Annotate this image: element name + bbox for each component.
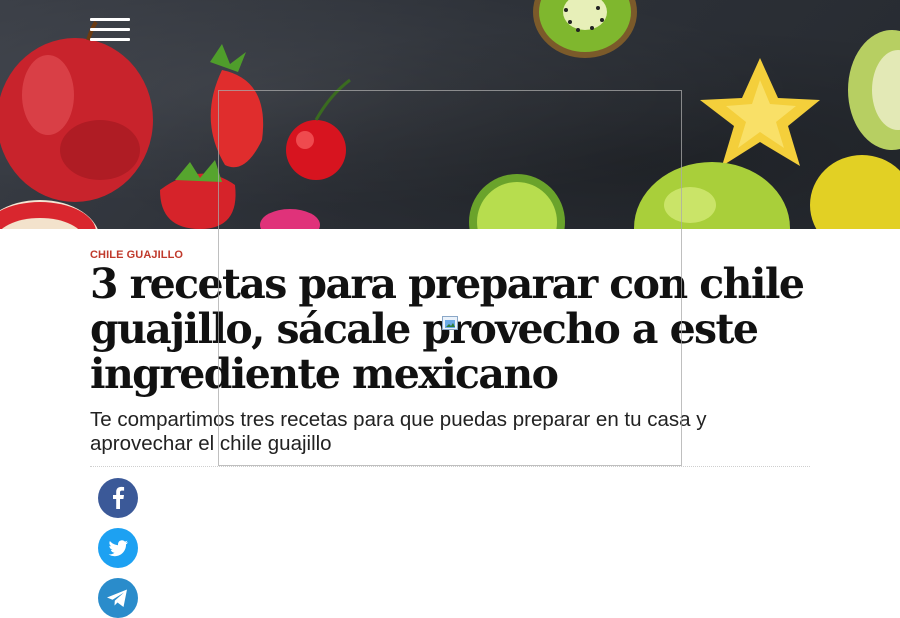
hamburger-menu-icon[interactable]	[90, 18, 130, 42]
divider	[90, 466, 810, 467]
telegram-icon	[107, 589, 127, 607]
broken-image-icon	[442, 316, 458, 330]
facebook-icon	[113, 486, 125, 509]
share-facebook-button[interactable]	[98, 478, 138, 518]
share-twitter-button[interactable]	[98, 528, 138, 568]
menu-bar-bottom	[90, 38, 130, 41]
share-telegram-button[interactable]	[98, 578, 138, 618]
embed-frame	[218, 90, 682, 466]
apple-left	[0, 20, 153, 229]
twitter-icon	[108, 540, 128, 557]
menu-bar-middle	[90, 28, 130, 31]
menu-bar-top	[90, 18, 130, 21]
